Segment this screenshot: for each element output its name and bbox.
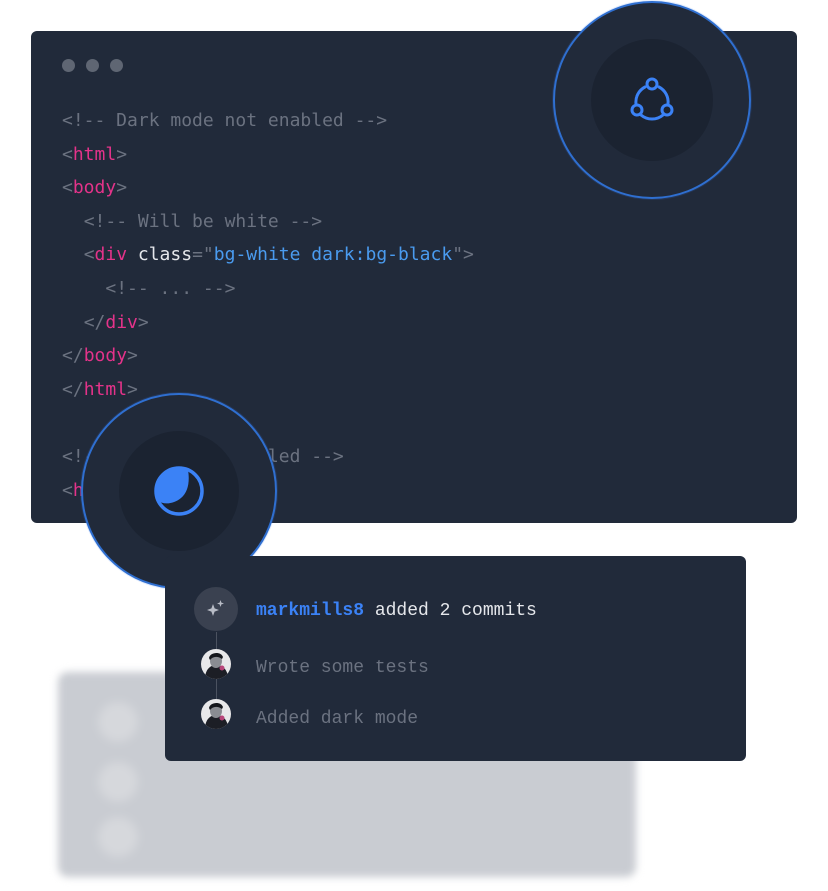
code-token-comment: <!-- Will be white --> bbox=[83, 210, 323, 232]
window-close-dot[interactable] bbox=[62, 59, 75, 72]
commit-message[interactable]: Added dark mode bbox=[256, 709, 418, 729]
code-token-punct: > bbox=[137, 311, 149, 333]
window-controls bbox=[62, 59, 123, 72]
code-line: <!-- ... --> bbox=[62, 272, 474, 306]
commit-message[interactable]: Wrote some tests bbox=[256, 658, 429, 678]
code-token-tag: div bbox=[105, 311, 138, 333]
code-token-punct: </ bbox=[62, 345, 84, 367]
code-token-punct: =" bbox=[192, 244, 214, 266]
code-token-comment: <!-- ... --> bbox=[105, 277, 236, 299]
user-avatar-image bbox=[201, 699, 231, 729]
window-maximize-dot[interactable] bbox=[110, 59, 123, 72]
user-avatar[interactable] bbox=[201, 649, 231, 679]
moon-icon bbox=[154, 466, 204, 516]
code-token-tag: body bbox=[83, 345, 128, 367]
code-token-tag: body bbox=[72, 177, 117, 199]
code-token-punct: > bbox=[116, 143, 128, 165]
code-line: <body> bbox=[62, 171, 474, 205]
code-token-punct: < bbox=[83, 244, 95, 266]
code-token-punct: "> bbox=[452, 244, 474, 266]
share-badge-inner bbox=[591, 39, 713, 161]
code-line: </body> bbox=[62, 339, 474, 373]
code-token-tag: div bbox=[94, 244, 128, 266]
code-token-punct: > bbox=[116, 177, 128, 199]
code-token-punct: > bbox=[127, 378, 138, 400]
share-nodes-icon bbox=[630, 77, 674, 121]
code-line: </html> bbox=[62, 373, 474, 407]
activity-header: markmills8 added 2 commits bbox=[256, 601, 537, 621]
activity-action: added 2 commits bbox=[364, 601, 537, 621]
code-token-punct: < bbox=[62, 177, 73, 199]
code-token-punct: </ bbox=[83, 311, 106, 333]
code-token-attr: class bbox=[127, 244, 193, 266]
window-minimize-dot[interactable] bbox=[86, 59, 99, 72]
blurred-avatar bbox=[98, 702, 138, 742]
dark-mode-badge-inner bbox=[119, 431, 239, 551]
code-token-str: bg-white dark:bg-black bbox=[213, 244, 453, 266]
activity-badge bbox=[194, 587, 238, 631]
user-avatar-image bbox=[201, 649, 231, 679]
code-token-punct: < bbox=[62, 143, 73, 165]
blurred-avatar bbox=[98, 762, 138, 802]
code-token-punct: </ bbox=[62, 378, 84, 400]
code-line: <!-- Will be white --> bbox=[62, 205, 474, 239]
blurred-avatar bbox=[98, 817, 138, 857]
code-token-punct: > bbox=[127, 345, 138, 367]
user-avatar[interactable] bbox=[201, 699, 231, 729]
code-token-comment: <!-- Dark mode not enabled --> bbox=[62, 110, 388, 131]
code-line: <!-- Dark mode not enabled --> bbox=[62, 104, 474, 138]
username-link[interactable]: markmills8 bbox=[256, 601, 364, 621]
code-token-tag: html bbox=[83, 378, 128, 400]
code-line: <html> bbox=[62, 138, 474, 172]
commit-activity-card: markmills8 added 2 commits Wrote some te… bbox=[165, 556, 746, 761]
share-badge bbox=[553, 1, 751, 199]
code-line: </div> bbox=[62, 306, 474, 340]
code-line: <div class="bg-white dark:bg-black"> bbox=[62, 238, 474, 272]
code-token-tag: html bbox=[72, 143, 117, 165]
sparkles-icon bbox=[207, 600, 224, 616]
code-token-punct: < bbox=[62, 479, 73, 501]
